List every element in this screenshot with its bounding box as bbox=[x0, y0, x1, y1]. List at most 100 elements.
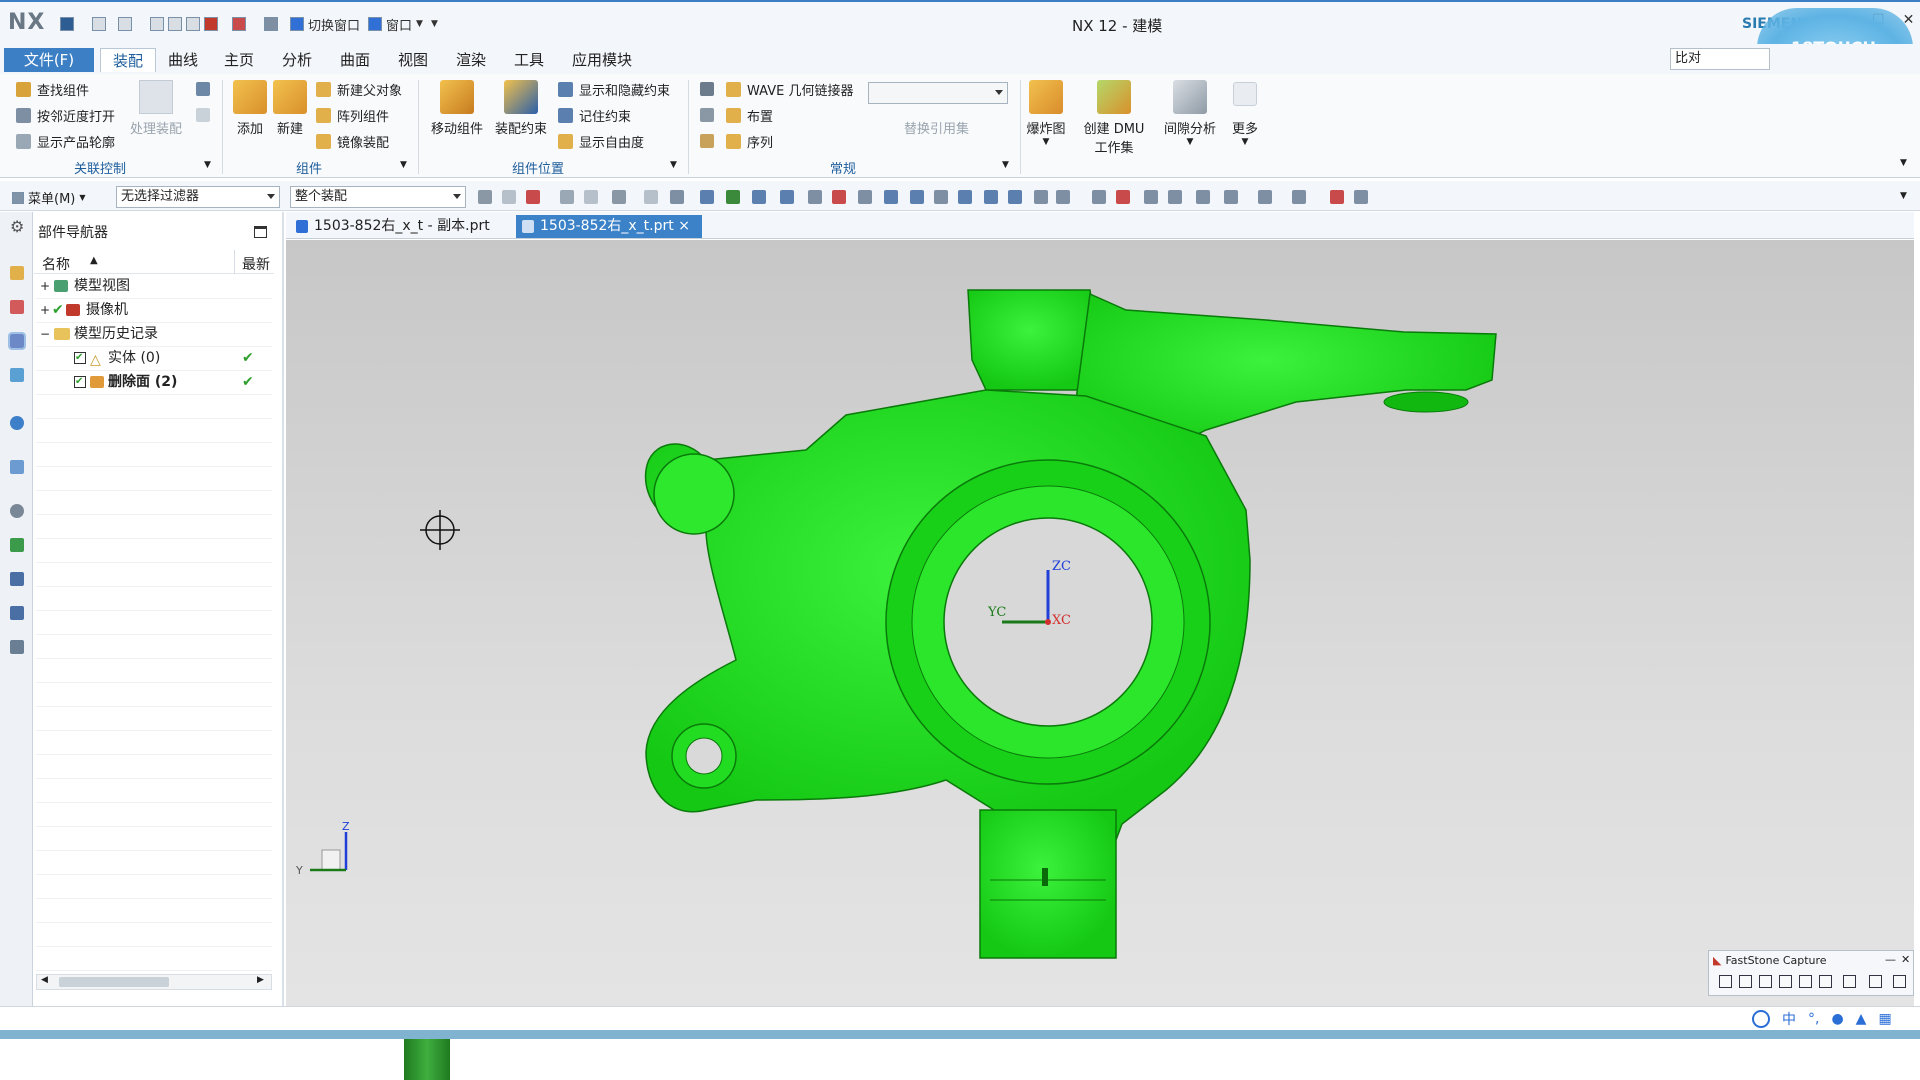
capture-tool-icon[interactable] bbox=[1819, 975, 1832, 988]
chevron-down-icon[interactable]: ▼ bbox=[1187, 137, 1194, 147]
tab-applications[interactable]: 应用模块 bbox=[564, 48, 640, 72]
new-component-button[interactable]: 新建 bbox=[272, 80, 308, 137]
chevron-down-icon[interactable]: ▼ bbox=[416, 19, 423, 29]
snap-point-icon[interactable] bbox=[858, 190, 872, 204]
visibility-checkbox[interactable]: ✔ bbox=[74, 376, 86, 388]
faststone-capture-toolbar[interactable]: ◣ FastStone Capture — ✕ bbox=[1708, 950, 1914, 996]
switch-window-icon[interactable] bbox=[290, 17, 304, 31]
capture-tool-icon[interactable] bbox=[1739, 975, 1752, 988]
general-side-icon[interactable] bbox=[700, 82, 714, 96]
snap-point-icon[interactable] bbox=[884, 190, 898, 204]
paste-icon[interactable] bbox=[186, 17, 200, 31]
window-menu-icon[interactable] bbox=[368, 17, 383, 31]
general-side-icon[interactable] bbox=[700, 108, 714, 122]
remember-constraints-button[interactable]: 记住约束 bbox=[558, 104, 631, 126]
chevron-down-icon[interactable]: ▼ bbox=[1043, 137, 1050, 147]
tab-file-copy[interactable]: 1503-852右_x_t - 副本.prt bbox=[290, 215, 510, 238]
assembly-navigator-icon[interactable] bbox=[10, 266, 24, 280]
part-navigator-icon[interactable] bbox=[8, 332, 26, 350]
right-arm-eye[interactable] bbox=[1383, 391, 1469, 413]
ribbon-options-icon[interactable]: ▼ bbox=[1900, 158, 1907, 168]
scroll-left-icon[interactable]: ◀ bbox=[41, 975, 48, 985]
scroll-right-icon[interactable]: ▶ bbox=[257, 975, 264, 985]
general-side-icon[interactable] bbox=[700, 134, 714, 148]
scrollbar-thumb[interactable] bbox=[59, 977, 169, 987]
tab-file[interactable]: 文件(F) bbox=[4, 48, 94, 72]
tab-view[interactable]: 视图 bbox=[390, 48, 436, 72]
tree-row-cameras[interactable]: + ✔ 摄像机 bbox=[34, 298, 274, 322]
replace-reference-set-button[interactable]: 替换引用集 bbox=[904, 118, 969, 137]
capture-tool-icon[interactable] bbox=[1779, 975, 1792, 988]
window-switch-icon[interactable] bbox=[264, 17, 278, 31]
constraint-navigator-icon[interactable] bbox=[10, 300, 24, 314]
create-dmu-workset-button[interactable]: 创建 DMU 工作集 bbox=[1078, 80, 1150, 156]
process-assembly-button[interactable]: 处理装配 bbox=[128, 80, 184, 137]
snap-point-icon[interactable] bbox=[1116, 190, 1130, 204]
clearance-analysis-button[interactable]: 间隙分析 ▼ bbox=[1160, 80, 1220, 147]
reference-set-dropdown[interactable] bbox=[868, 82, 1008, 104]
collapse-minus-icon[interactable]: − bbox=[40, 322, 50, 346]
pattern-component-button[interactable]: 阵列组件 bbox=[316, 104, 389, 126]
snap-point-icon[interactable] bbox=[1258, 190, 1272, 204]
chevron-down-icon[interactable]: ▼ bbox=[400, 160, 407, 170]
snap-point-icon[interactable] bbox=[780, 190, 794, 204]
assembly-constraint-button[interactable]: 装配约束 bbox=[490, 80, 552, 137]
settings-gear-icon[interactable]: ⚙ bbox=[10, 219, 24, 235]
switch-window-button[interactable]: 切换窗口 bbox=[308, 15, 360, 34]
snap-point-icon[interactable] bbox=[700, 190, 714, 204]
snap-point-icon[interactable] bbox=[1056, 190, 1070, 204]
snap-point-icon[interactable] bbox=[644, 190, 658, 204]
capture-tool-icon[interactable] bbox=[1759, 975, 1772, 988]
capture-tool-icon[interactable] bbox=[1869, 975, 1882, 988]
snap-point-icon[interactable] bbox=[560, 190, 574, 204]
snap-point-icon[interactable] bbox=[934, 190, 948, 204]
show-dof-button[interactable]: 显示自由度 bbox=[558, 130, 644, 152]
snap-point-icon[interactable] bbox=[526, 190, 540, 204]
column-header-name[interactable]: 名称 bbox=[42, 254, 70, 274]
tree-row-model-views[interactable]: + 模型视图 bbox=[34, 274, 274, 298]
tab-analysis[interactable]: 分析 bbox=[274, 48, 320, 72]
system-scene-icon[interactable] bbox=[10, 640, 24, 654]
model-canvas[interactable]: ZC YC XC Z Y bbox=[286, 240, 1914, 1006]
minimize-icon[interactable]: — bbox=[1885, 953, 1896, 966]
undo-icon[interactable] bbox=[92, 17, 106, 31]
close-icon[interactable]: ✕ bbox=[1901, 953, 1910, 966]
ime-language-toggle[interactable]: 中 bbox=[1782, 1009, 1796, 1029]
tab-curve[interactable]: 曲线 bbox=[160, 48, 206, 72]
menu-button[interactable]: 菜单(M) ▼ bbox=[12, 188, 86, 207]
assoc-extra-icon[interactable] bbox=[196, 82, 210, 96]
column-header-latest[interactable]: 最新 bbox=[242, 254, 270, 274]
selection-scope-dropdown[interactable]: 整个装配 bbox=[290, 186, 466, 208]
expand-plus-icon[interactable]: + bbox=[40, 274, 50, 298]
history-palette-icon[interactable] bbox=[10, 460, 24, 474]
snap-point-icon[interactable] bbox=[832, 190, 846, 204]
expand-plus-icon[interactable]: + bbox=[40, 298, 50, 322]
snap-point-icon[interactable] bbox=[910, 190, 924, 204]
user-icon[interactable]: ▲ bbox=[1856, 1011, 1867, 1027]
mirror-assembly-button[interactable]: 镜像装配 bbox=[316, 130, 389, 152]
repeat-command-icon[interactable] bbox=[204, 17, 218, 31]
snap-point-icon[interactable] bbox=[752, 190, 766, 204]
exploded-view-button[interactable]: 爆炸图 ▼ bbox=[1024, 80, 1068, 147]
snap-point-icon[interactable] bbox=[670, 190, 684, 204]
tab-render[interactable]: 渲染 bbox=[448, 48, 494, 72]
snap-point-icon[interactable] bbox=[1292, 190, 1306, 204]
selbar-options-icon[interactable]: ▼ bbox=[1900, 191, 1907, 201]
snap-point-icon[interactable] bbox=[808, 190, 822, 204]
grid-apps-icon[interactable]: ▦ bbox=[1878, 1011, 1891, 1027]
tab-assembly[interactable]: 装配 bbox=[100, 48, 156, 72]
snap-point-icon[interactable] bbox=[1008, 190, 1022, 204]
tab-home[interactable]: 主页 bbox=[216, 48, 262, 72]
window-menu-button[interactable]: 窗口 bbox=[386, 15, 412, 34]
tree-row-body[interactable]: ✔ △ 实体 (0) ✔ bbox=[34, 346, 274, 370]
snap-point-icon[interactable] bbox=[502, 190, 516, 204]
cut-icon[interactable] bbox=[150, 17, 164, 31]
role-icon[interactable] bbox=[10, 606, 24, 620]
tree-row-model-history[interactable]: − 模型历史记录 bbox=[34, 322, 274, 346]
more-button[interactable]: 更多 ▼ bbox=[1226, 82, 1264, 147]
snap-point-icon[interactable] bbox=[1092, 190, 1106, 204]
capture-tool-icon[interactable] bbox=[1799, 975, 1812, 988]
open-by-proximity-button[interactable]: 按邻近度打开 bbox=[16, 104, 115, 126]
find-component-button[interactable]: 查找组件 bbox=[16, 78, 89, 100]
ime-punctuation-icon[interactable]: °, bbox=[1808, 1011, 1819, 1027]
